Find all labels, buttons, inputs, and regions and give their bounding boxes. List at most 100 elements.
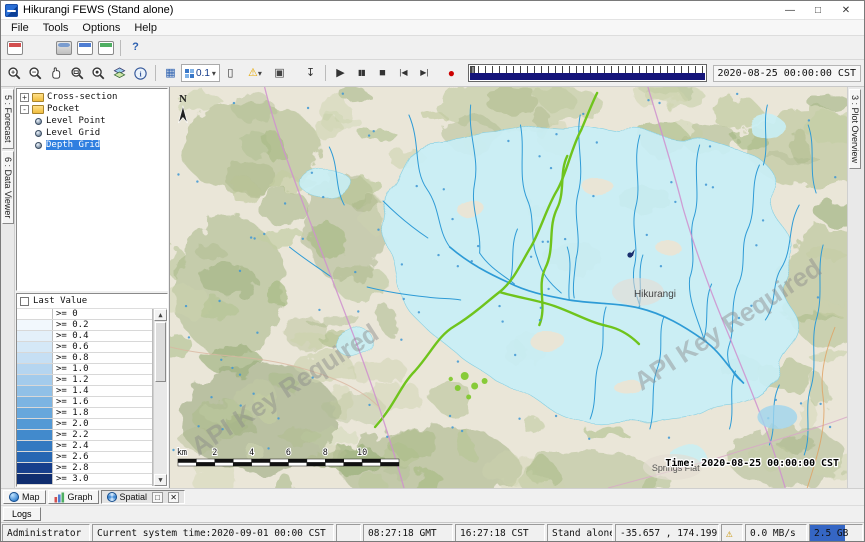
explorer-panel: +Cross-section-PocketLevel PointLevel Gr… bbox=[15, 87, 169, 488]
legend-color-swatch bbox=[17, 320, 53, 330]
node-icon bbox=[35, 130, 42, 137]
legend-label: >= 0 bbox=[53, 309, 78, 319]
graph-icon bbox=[54, 492, 65, 503]
step-back-icon: |◀ bbox=[399, 69, 407, 77]
legend-label: >= 1.2 bbox=[53, 375, 89, 385]
legend-table: >= 0>= 0.2>= 0.4>= 0.6>= 0.8>= 1.0>= 1.2… bbox=[17, 309, 153, 486]
status-mode: Stand alone bbox=[547, 524, 613, 542]
status-user: Administrator bbox=[2, 524, 90, 542]
info-button[interactable]: i bbox=[130, 63, 151, 83]
menu-bar: FileToolsOptionsHelp bbox=[1, 20, 864, 36]
info-icon: i bbox=[133, 66, 148, 81]
legend-panel: Last Value >= 0>= 0.2>= 0.4>= 0.6>= 0.8>… bbox=[16, 293, 168, 487]
maximize-button[interactable]: □ bbox=[804, 2, 832, 19]
expand-icon[interactable]: + bbox=[20, 93, 29, 102]
tab-forecast[interactable]: 5 : Forecast bbox=[2, 89, 14, 149]
play-button[interactable]: ▶ bbox=[330, 63, 351, 83]
tree-item-cross-section[interactable]: +Cross-section bbox=[17, 91, 167, 103]
map-canvas: Hikurangi Springs Flat API Key Required … bbox=[170, 87, 847, 488]
step-back-button[interactable]: |◀ bbox=[393, 63, 414, 83]
time-slider[interactable] bbox=[468, 64, 707, 82]
grid-value-dropdown[interactable]: 0.1 ▾ bbox=[181, 64, 220, 82]
toolbar-separator bbox=[155, 65, 156, 81]
pause-button[interactable]: ▮▮ bbox=[351, 63, 372, 83]
status-warning: ⚠ bbox=[721, 524, 743, 542]
threshold-warning-dropdown[interactable]: ⚠ ▾ bbox=[241, 63, 269, 83]
status-spacer bbox=[336, 524, 361, 542]
legend-row: >= 0.2 bbox=[17, 320, 152, 331]
scroll-up-icon[interactable]: ▲ bbox=[154, 309, 167, 321]
legend-row: >= 0.8 bbox=[17, 353, 152, 364]
export-animation-button[interactable]: ↧ bbox=[300, 63, 321, 83]
panel-close-icon[interactable]: ✕ bbox=[168, 492, 179, 503]
menu-options[interactable]: Options bbox=[75, 22, 127, 34]
grid-display-button[interactable]: ▦ bbox=[160, 63, 181, 83]
scroll-down-icon[interactable]: ▼ bbox=[154, 474, 167, 486]
water-body bbox=[757, 405, 797, 429]
left-tab-strip: 5 : Forecast 6 : Data Viewer bbox=[1, 87, 15, 488]
help-button[interactable]: ? bbox=[125, 38, 146, 58]
menu-file[interactable]: File bbox=[4, 22, 36, 34]
database-button[interactable] bbox=[53, 38, 74, 58]
legend-row: >= 1.4 bbox=[17, 386, 152, 397]
spatial-icon bbox=[107, 492, 117, 502]
tab-data-viewer[interactable]: 6 : Data Viewer bbox=[2, 151, 14, 224]
map-view[interactable]: Hikurangi Springs Flat API Key Required … bbox=[169, 87, 847, 488]
file-button[interactable] bbox=[4, 38, 25, 58]
menu-help[interactable]: Help bbox=[127, 22, 164, 34]
presentation-button[interactable]: ▣ bbox=[269, 63, 290, 83]
record-icon: ● bbox=[448, 67, 455, 79]
collapse-icon[interactable]: - bbox=[20, 105, 29, 114]
status-local-time: 16:27:18 CST bbox=[455, 524, 545, 542]
folder-icon bbox=[32, 105, 44, 114]
grid-swatch-icon bbox=[185, 69, 194, 78]
legend-scrollbar[interactable]: ▲ ▼ bbox=[153, 309, 167, 486]
application-window: Hikurangi FEWS (Stand alone) — □ ✕ FileT… bbox=[0, 0, 865, 542]
zoom-rect-button[interactable] bbox=[67, 63, 88, 83]
stop-button[interactable]: ■ bbox=[372, 63, 393, 83]
download-button[interactable] bbox=[95, 38, 116, 58]
panel-maximize-icon[interactable]: □ bbox=[152, 492, 163, 503]
step-forward-icon: ▶| bbox=[420, 69, 428, 77]
minimize-button[interactable]: — bbox=[776, 2, 804, 19]
tab-map[interactable]: Map bbox=[3, 490, 46, 504]
tab-plot-overview[interactable]: 3 : Plot Overview bbox=[849, 89, 861, 169]
menu-tools[interactable]: Tools bbox=[36, 22, 76, 34]
zoom-extent-icon bbox=[91, 66, 106, 81]
tree-item-depth-grid[interactable]: Depth Grid bbox=[17, 139, 167, 151]
main-area: 5 : Forecast 6 : Data Viewer +Cross-sect… bbox=[1, 87, 864, 488]
scrollbar-thumb[interactable] bbox=[155, 322, 166, 382]
title-bar[interactable]: Hikurangi FEWS (Stand alone) — □ ✕ bbox=[1, 1, 864, 20]
window-title: Hikurangi FEWS (Stand alone) bbox=[23, 4, 173, 16]
display-button[interactable] bbox=[74, 38, 95, 58]
file-icon bbox=[7, 41, 23, 55]
grid-icon: ▦ bbox=[165, 68, 175, 79]
pan-button[interactable] bbox=[46, 63, 67, 83]
step-forward-button[interactable]: ▶| bbox=[414, 63, 435, 83]
tree-item-level-grid[interactable]: Level Grid bbox=[17, 127, 167, 139]
gauge-button[interactable]: ▯ bbox=[220, 63, 241, 83]
close-button[interactable]: ✕ bbox=[832, 2, 860, 19]
last-value-checkbox[interactable] bbox=[20, 297, 29, 306]
record-button[interactable]: ● bbox=[441, 63, 462, 83]
tab-spatial[interactable]: Spatial □ ✕ bbox=[101, 490, 186, 504]
time-slider-bar bbox=[470, 73, 705, 80]
zoom-out-button[interactable]: − bbox=[25, 63, 46, 83]
layers-button[interactable] bbox=[109, 63, 130, 83]
legend-row: >= 1.8 bbox=[17, 408, 152, 419]
zoom-in-button[interactable]: + bbox=[4, 63, 25, 83]
gauge-icon: ▯ bbox=[227, 68, 233, 79]
tree-item-pocket[interactable]: -Pocket bbox=[17, 103, 167, 115]
main-toolbar: ? bbox=[1, 36, 864, 60]
logs-button[interactable]: Logs bbox=[3, 507, 41, 521]
tree-item-level-point[interactable]: Level Point bbox=[17, 115, 167, 127]
stop-icon: ■ bbox=[379, 68, 386, 79]
folder-icon bbox=[32, 93, 44, 102]
tab-graph[interactable]: Graph bbox=[48, 490, 99, 504]
legend-color-swatch bbox=[17, 342, 53, 352]
legend-header: Last Value bbox=[17, 294, 167, 309]
warning-icon: ⚠ bbox=[248, 68, 258, 79]
zoom-full-extent-button[interactable] bbox=[88, 63, 109, 83]
display-icon bbox=[77, 41, 93, 55]
legend-color-swatch bbox=[17, 353, 53, 363]
